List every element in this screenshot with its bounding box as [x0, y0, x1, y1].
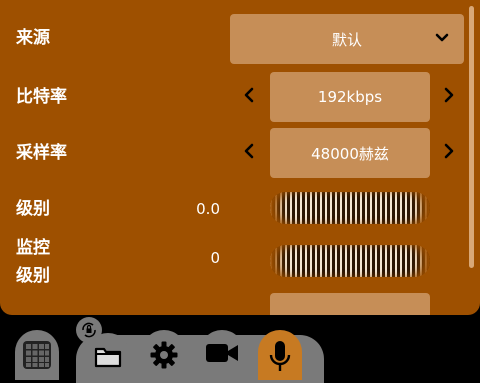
tab-video[interactable] — [200, 330, 244, 380]
source-selected-value: 默认 — [331, 30, 362, 49]
samplerate-label: 采样率 — [16, 143, 67, 163]
chevron-down-icon — [434, 30, 450, 50]
level-label: 级别 — [16, 199, 50, 219]
bottom-tab-bar — [0, 315, 480, 383]
source-label: 来源 — [16, 28, 50, 48]
bitrate-next-button[interactable] — [438, 86, 460, 108]
bitrate-prev-button[interactable] — [238, 86, 260, 108]
chevron-left-icon — [242, 87, 256, 107]
bitrate-value: 192kbps — [270, 72, 430, 122]
tab-settings[interactable] — [142, 330, 186, 380]
microphone-icon — [268, 340, 292, 378]
monitor-level-label-line2: 级别 — [16, 266, 50, 286]
monitor-level-label-line1: 监控 — [16, 238, 50, 258]
scrollbar[interactable] — [469, 6, 474, 268]
tab-grid[interactable] — [15, 330, 59, 380]
chevron-left-icon — [242, 143, 256, 163]
source-dropdown[interactable]: 默认 — [230, 14, 464, 64]
level-knob[interactable] — [270, 192, 430, 224]
folder-icon — [94, 343, 122, 373]
gear-icon — [149, 340, 179, 374]
chevron-right-icon — [442, 87, 456, 107]
samplerate-value: 48000赫兹 — [270, 128, 430, 178]
video-camera-icon — [205, 340, 239, 370]
bitrate-label: 比特率 — [16, 87, 67, 107]
monitor-level-value: 0 — [210, 249, 220, 267]
tab-files[interactable] — [86, 333, 130, 383]
samplerate-prev-button[interactable] — [238, 142, 260, 164]
tab-microphone[interactable] — [258, 330, 302, 380]
monitor-level-knob[interactable] — [270, 245, 430, 277]
chevron-right-icon — [442, 143, 456, 163]
level-value: 0.0 — [196, 200, 220, 218]
samplerate-next-button[interactable] — [438, 142, 460, 164]
grid-icon — [22, 340, 52, 374]
next-setting-control[interactable] — [270, 293, 430, 315]
settings-panel: 来源 默认 比特率 192kbps 采样率 48000赫兹 级别 0.0 监控 … — [0, 0, 480, 315]
